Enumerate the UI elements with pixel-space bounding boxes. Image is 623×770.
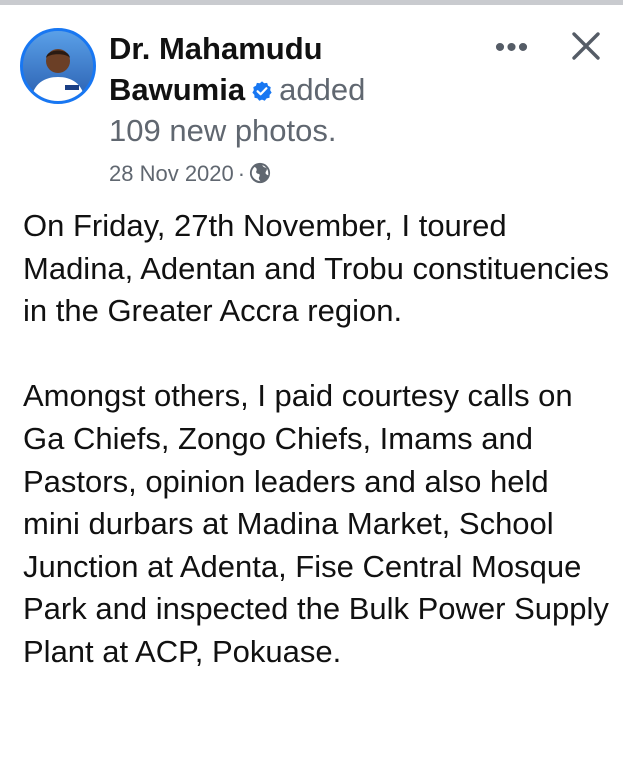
author-name-part1[interactable]: Dr. Mahamudu	[109, 31, 323, 66]
globe-icon[interactable]	[249, 162, 271, 184]
more-options-button[interactable]: •••	[490, 33, 534, 68]
verified-badge-icon	[252, 81, 272, 101]
post-paragraph: On Friday, 27th November, I toured Madin…	[23, 208, 609, 329]
post-date[interactable]: 28 Nov 2020	[109, 161, 234, 186]
post-meta: 28 Nov 2020 ·	[109, 160, 271, 188]
author-line-block: Dr. Mahamudu Bawumia added 109 new photo…	[109, 28, 489, 151]
author-avatar[interactable]	[20, 28, 96, 104]
close-icon	[572, 32, 600, 60]
close-button[interactable]	[568, 28, 604, 64]
top-divider	[0, 0, 623, 5]
post-body: On Friday, 27th November, I toured Madin…	[23, 205, 613, 674]
meta-separator: ·	[237, 161, 246, 186]
post-header: Dr. Mahamudu Bawumia added 109 new photo…	[20, 28, 603, 198]
avatar-portrait-image	[23, 31, 93, 101]
post-paragraph: Amongst others, I paid courtesy calls on…	[23, 378, 609, 669]
author-name-part2[interactable]: Bawumia	[109, 72, 245, 107]
post-action-object[interactable]: 109 new photos.	[109, 113, 337, 148]
post-action-word: added	[279, 72, 366, 107]
more-options-icon: •••	[494, 31, 530, 64]
